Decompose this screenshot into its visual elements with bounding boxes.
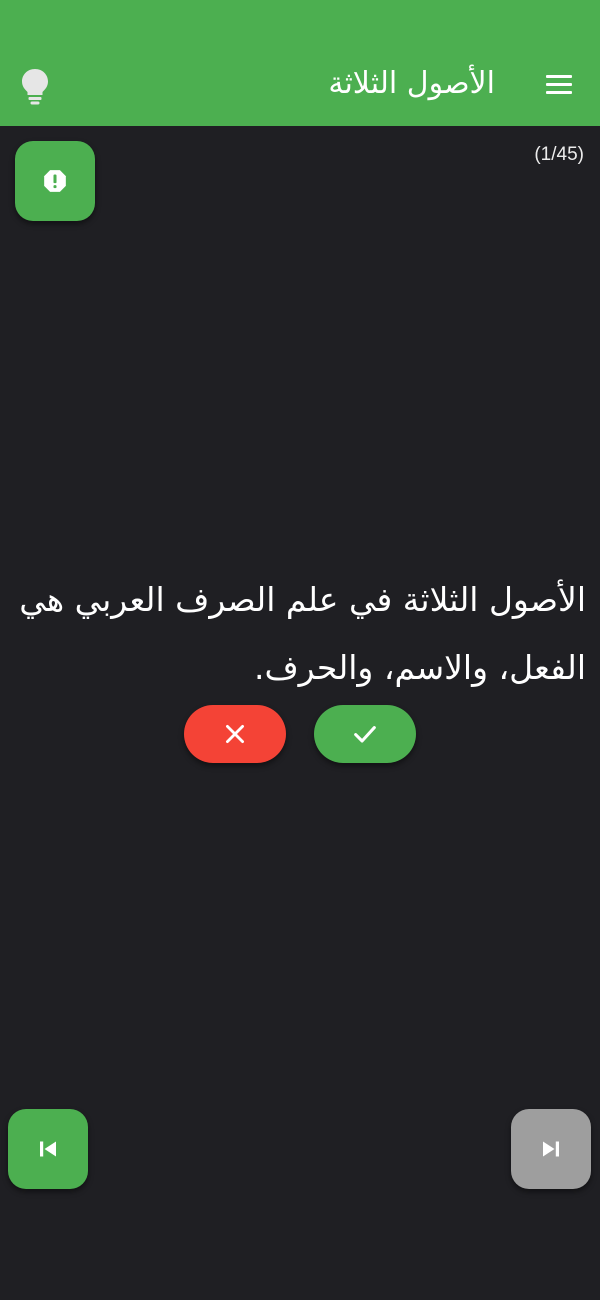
lightbulb-icon: [22, 69, 48, 105]
menu-button[interactable]: [544, 68, 574, 100]
wrong-answer-button[interactable]: [184, 705, 286, 763]
question-counter: (1/45): [534, 144, 584, 165]
check-icon: [354, 726, 376, 743]
skip-previous-icon: [40, 1141, 56, 1157]
app-bar: الأصول الثلاثة: [0, 0, 600, 126]
close-icon: [226, 725, 244, 743]
correct-answer-button[interactable]: [314, 705, 416, 763]
menu-icon-bar-top: [546, 75, 572, 78]
next-button[interactable]: [511, 1109, 591, 1189]
question-text: الأصول الثلاثة في علم الصرف العربي هي ال…: [19, 580, 586, 687]
previous-button[interactable]: [8, 1109, 88, 1189]
hint-button[interactable]: [16, 66, 54, 106]
alert-octagon-icon: [44, 170, 66, 192]
menu-icon-bar-middle: [546, 83, 572, 86]
skip-next-icon: [543, 1141, 559, 1157]
report-button[interactable]: [15, 141, 95, 221]
menu-icon-bar-bottom: [546, 91, 572, 94]
app-title: الأصول الثلاثة: [328, 66, 495, 101]
